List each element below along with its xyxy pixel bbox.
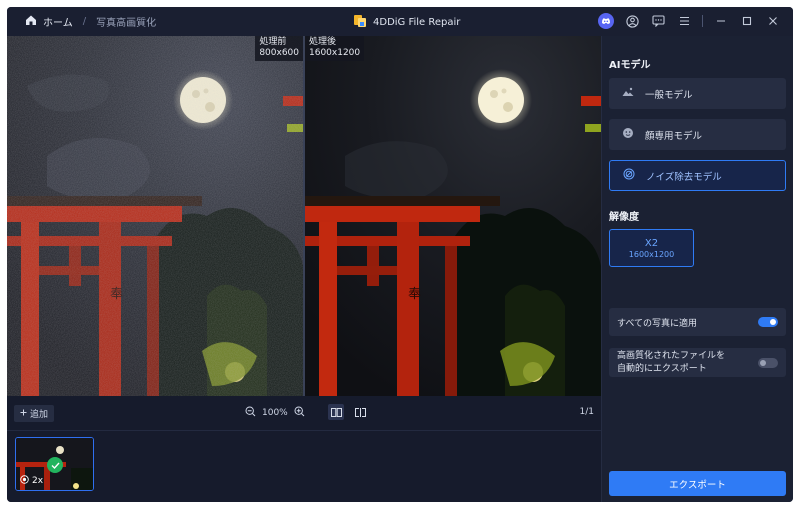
- thumbnail-strip: 2x: [7, 431, 601, 502]
- discord-icon[interactable]: [598, 13, 614, 29]
- thumbnail-scale-label: 2x: [32, 476, 44, 486]
- upscale-icon: [20, 475, 29, 487]
- apply-all-row: すべての写真に適用: [609, 308, 786, 336]
- app-window: ホーム / 写真高画質化 4DDiG File Repair 処理前 800x6…: [7, 7, 793, 502]
- model-denoise-label: ノイズ除去モデル: [646, 171, 722, 183]
- side-by-side-view-icon[interactable]: [328, 404, 344, 420]
- app-logo-icon: [353, 14, 367, 31]
- before-image: 奉 処理前 800x600: [7, 36, 303, 396]
- image-compare-viewer[interactable]: 奉 処理前 800x600: [7, 36, 601, 396]
- close-icon[interactable]: [765, 13, 781, 29]
- model-general-label: 一般モデル: [645, 89, 693, 101]
- zoom-in-icon[interactable]: [294, 406, 305, 420]
- thumbnail-item[interactable]: 2x: [15, 437, 94, 491]
- export-button[interactable]: エクスポート: [609, 471, 786, 496]
- zoom-out-icon[interactable]: [245, 406, 256, 420]
- settings-panel: AIモデル 一般モデル 顔専用モデル ノイズ除去モデル 解像度 X2 1600x…: [601, 36, 793, 502]
- zoom-level: 100%: [262, 408, 288, 418]
- home-icon[interactable]: [25, 14, 37, 29]
- title-bar: ホーム / 写真高画質化 4DDiG File Repair: [7, 7, 793, 36]
- model-face-label: 顔専用モデル: [645, 130, 703, 142]
- auto-export-label-line2: 自動的にエクスポート: [617, 363, 707, 374]
- minimize-icon[interactable]: [713, 13, 729, 29]
- apply-all-toggle[interactable]: [758, 317, 778, 327]
- svg-text:奉: 奉: [408, 287, 421, 302]
- add-button-label: 追加: [30, 410, 49, 420]
- add-button[interactable]: 追加: [14, 405, 55, 422]
- before-label: 処理前: [259, 37, 287, 47]
- breadcrumb-separator: /: [82, 16, 87, 27]
- split-slider-view-icon[interactable]: [352, 404, 368, 420]
- after-label: 処理後: [309, 37, 337, 47]
- maximize-icon[interactable]: [739, 13, 755, 29]
- auto-export-label: 高画質化されたファイルを 自動的にエクスポート: [617, 350, 725, 376]
- viewer-toolbar: 追加 100% 1/1: [7, 396, 601, 431]
- auto-export-row: 高画質化されたファイルを 自動的にエクスポート: [609, 348, 786, 377]
- app-name: 4DDiG File Repair: [373, 17, 461, 28]
- model-general-button[interactable]: 一般モデル: [609, 78, 786, 109]
- model-denoise-button[interactable]: ノイズ除去モデル: [609, 160, 786, 191]
- plus-icon: [20, 409, 27, 419]
- resolution-scale: X2: [644, 237, 659, 249]
- thumbnail-scale: 2x: [20, 475, 43, 487]
- resolution-title: 解像度: [609, 212, 639, 223]
- window-controls: [598, 13, 781, 29]
- resolution-x2-button[interactable]: X2 1600x1200: [609, 229, 694, 267]
- model-face-button[interactable]: 顔専用モデル: [609, 119, 786, 150]
- before-size: 800x600: [259, 48, 299, 58]
- denoise-icon: [623, 168, 635, 183]
- auto-export-toggle[interactable]: [758, 357, 778, 368]
- app-title: 4DDiG File Repair: [353, 14, 460, 31]
- before-badge: 処理前 800x600: [255, 36, 303, 61]
- auto-export-label-line1: 高画質化されたファイルを: [617, 350, 726, 361]
- face-icon: [622, 127, 634, 142]
- ai-model-title: AIモデル: [609, 60, 651, 71]
- after-image: 奉 処理後 1600x1200: [305, 36, 601, 396]
- breadcrumb-current: 写真高画質化: [96, 18, 157, 29]
- after-size: 1600x1200: [309, 48, 361, 58]
- done-check-icon: [47, 457, 63, 473]
- breadcrumb-home[interactable]: ホーム: [43, 14, 73, 29]
- page-counter: 1/1: [579, 407, 594, 417]
- zoom-controls: 100%: [245, 406, 305, 420]
- view-mode-switch: [328, 404, 368, 420]
- after-badge: 処理後 1600x1200: [305, 36, 365, 61]
- landscape-icon: [622, 87, 634, 100]
- account-icon[interactable]: [624, 13, 640, 29]
- breadcrumb: ホーム / 写真高画質化: [25, 14, 156, 29]
- titlebar-divider: [702, 15, 703, 27]
- menu-icon[interactable]: [676, 13, 692, 29]
- resolution-size: 1600x1200: [628, 249, 675, 259]
- apply-all-label: すべての写真に適用: [617, 318, 698, 329]
- feedback-icon[interactable]: [650, 13, 666, 29]
